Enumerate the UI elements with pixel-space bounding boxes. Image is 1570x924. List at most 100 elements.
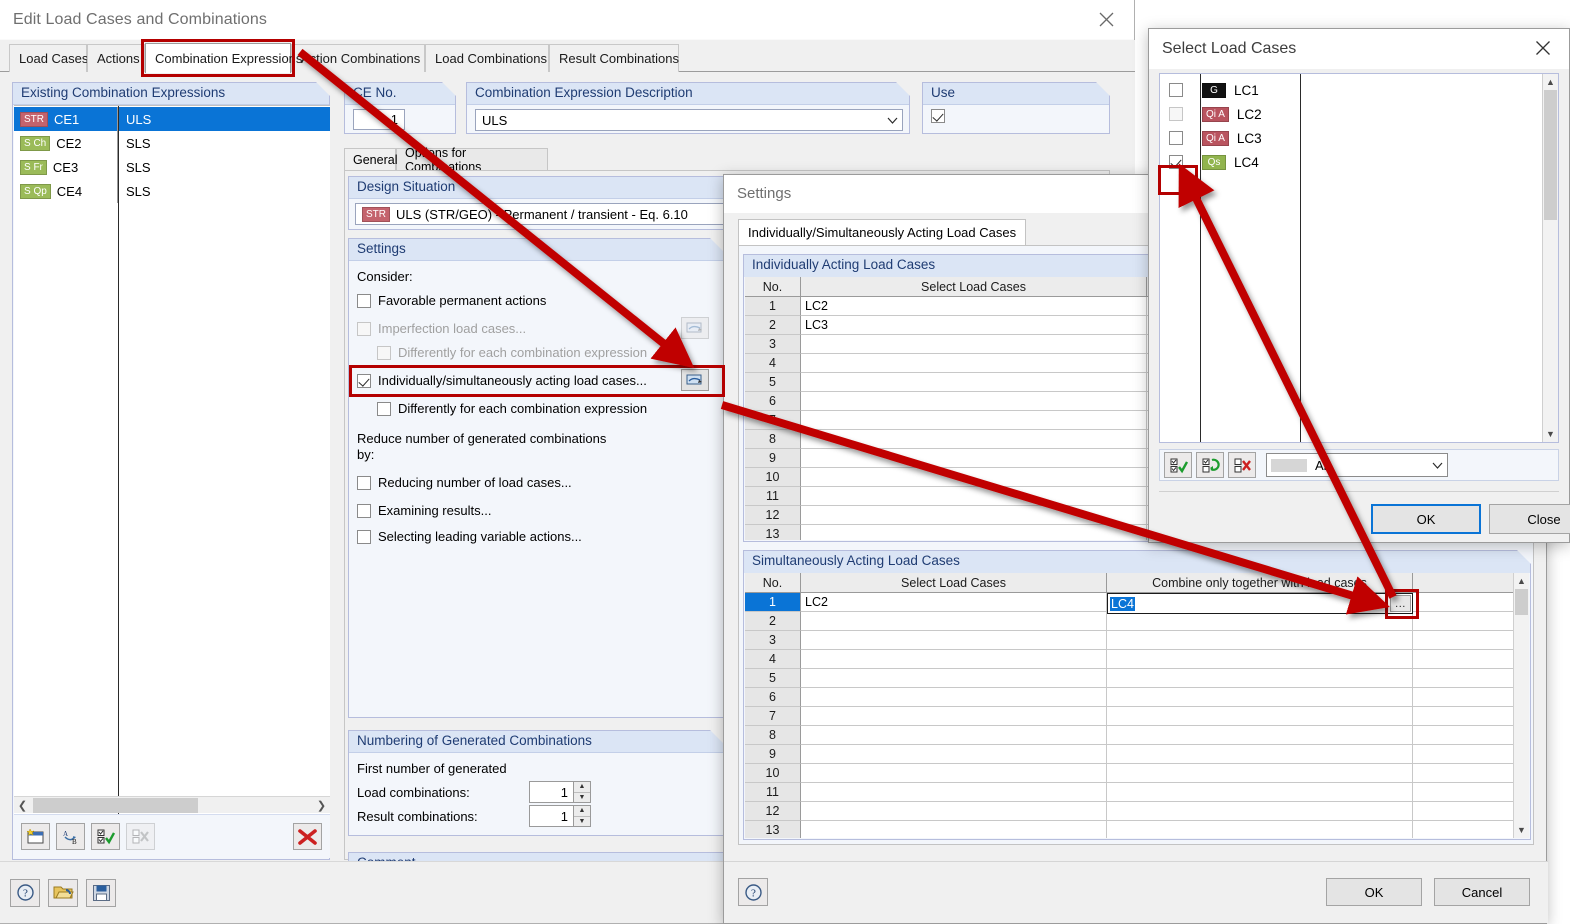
grid-cell[interactable]: [1107, 821, 1413, 838]
grid-cell[interactable]: [1413, 612, 1529, 631]
tab-result-combinations[interactable]: Result Combinations: [549, 44, 679, 72]
checkbox-box[interactable]: [357, 293, 371, 308]
grid-cell[interactable]: [801, 392, 1147, 411]
scrollbar-thumb[interactable]: [1515, 589, 1528, 615]
list-item[interactable]: G LC1: [1160, 78, 1558, 102]
simultaneously-vertical-scrollbar[interactable]: ▲ ▼: [1513, 573, 1529, 838]
row-number[interactable]: 2: [745, 612, 801, 631]
table-row[interactable]: S Ch CE2 SLS: [14, 131, 330, 155]
grid-cell[interactable]: [801, 373, 1147, 392]
grid-cell[interactable]: [801, 411, 1147, 430]
grid-cell[interactable]: [801, 707, 1107, 726]
scrollbar-thumb[interactable]: [1544, 90, 1557, 220]
row-number[interactable]: 11: [745, 783, 801, 802]
deselect-all-icon[interactable]: [126, 823, 155, 850]
cancel-button[interactable]: Cancel: [1434, 878, 1530, 906]
tab-load-combinations[interactable]: Load Combinations: [425, 44, 549, 72]
checkbox-individually-simultaneously-acting-load-cases[interactable]: Individually/simultaneously acting load …: [357, 373, 647, 388]
checkbox-box[interactable]: [357, 529, 371, 544]
invert-selection-icon[interactable]: [1196, 452, 1224, 478]
row-number[interactable]: 9: [745, 745, 801, 764]
row-number[interactable]: 6: [745, 688, 801, 707]
close-icon[interactable]: [1084, 2, 1128, 36]
table-row[interactable]: 3: [745, 631, 1529, 650]
load-cases-vertical-scrollbar[interactable]: ▲ ▼: [1542, 74, 1558, 442]
grid-cell[interactable]: [1107, 802, 1413, 821]
grid-cell[interactable]: [1107, 745, 1413, 764]
combination-expressions-list[interactable]: STR CE1 ULS S Ch CE2 SLS S Fr CE3 SLS S Qp C…: [14, 105, 330, 815]
scroll-down-icon[interactable]: ▼: [1514, 822, 1529, 838]
checkbox-box[interactable]: [357, 373, 371, 388]
load-cases-list[interactable]: G LC1 Qi A LC2 Qi A LC3 Qs LC4 ▲ ▼: [1158, 73, 1559, 443]
grid-cell[interactable]: [801, 449, 1147, 468]
table-row[interactable]: 5: [745, 669, 1529, 688]
ok-button[interactable]: OK: [1371, 504, 1481, 534]
grid-cell[interactable]: [801, 506, 1147, 525]
checkbox-reducing-number-of-load-cases[interactable]: Reducing number of load cases...: [357, 475, 572, 490]
help-icon[interactable]: ?: [10, 878, 40, 907]
load-case-checkbox[interactable]: [1169, 131, 1183, 145]
row-number[interactable]: 4: [745, 650, 801, 669]
row-number[interactable]: 12: [745, 802, 801, 821]
grid-cell[interactable]: [801, 430, 1147, 449]
row-number[interactable]: 9: [745, 449, 801, 468]
grid-cell[interactable]: [1413, 821, 1529, 838]
tab-combination-expressions[interactable]: Combination Expressions: [145, 43, 302, 73]
list-item[interactable]: Qs LC4: [1160, 150, 1558, 174]
row-number[interactable]: 12: [745, 506, 801, 525]
scroll-right-icon[interactable]: ❯: [313, 799, 330, 812]
list-item[interactable]: Qi A LC2: [1160, 102, 1558, 126]
checkbox-box[interactable]: [357, 475, 371, 490]
table-row[interactable]: 10: [745, 764, 1529, 783]
row-number[interactable]: 11: [745, 487, 801, 506]
simultaneously-acting-grid[interactable]: No. Select Load Cases Combine only toget…: [745, 573, 1529, 838]
row-number[interactable]: 7: [745, 707, 801, 726]
close-button[interactable]: Close: [1489, 504, 1570, 534]
table-row[interactable]: 8: [745, 726, 1529, 745]
load-case-filter-select[interactable]: All: [1266, 453, 1448, 477]
table-row[interactable]: STR CE1 ULS: [14, 107, 330, 131]
help-icon[interactable]: ?: [738, 878, 768, 906]
grid-cell[interactable]: [1413, 783, 1529, 802]
table-row[interactable]: 12: [745, 802, 1529, 821]
checkbox-selecting-leading-variable-actions[interactable]: Selecting leading variable actions...: [357, 529, 582, 544]
table-row[interactable]: 13: [745, 821, 1529, 838]
grid-cell[interactable]: [801, 764, 1107, 783]
grid-cell[interactable]: [801, 726, 1107, 745]
grid-cell[interactable]: LC3: [801, 316, 1147, 335]
grid-cell[interactable]: [1107, 726, 1413, 745]
combine-only-together-cell-input[interactable]: LC4 ...: [1107, 593, 1413, 614]
grid-cell[interactable]: [1107, 612, 1413, 631]
grid-cell[interactable]: [1413, 669, 1529, 688]
delete-icon[interactable]: [293, 823, 322, 850]
tab-options-for-combinations[interactable]: Options for Combinations: [396, 146, 548, 174]
row-number[interactable]: 13: [745, 821, 801, 838]
row-number[interactable]: 8: [745, 726, 801, 745]
open-select-load-cases-button[interactable]: ...: [1390, 595, 1411, 612]
load-combinations-stepper[interactable]: 1 ▲ ▼: [529, 781, 591, 803]
grid-cell[interactable]: [1107, 707, 1413, 726]
table-row[interactable]: 7: [745, 707, 1529, 726]
grid-cell[interactable]: [1107, 783, 1413, 802]
grid-cell[interactable]: LC2: [801, 593, 1107, 612]
horizontal-scrollbar[interactable]: ❮ ❯: [14, 796, 330, 813]
deselect-all-icon[interactable]: [1228, 452, 1256, 478]
tab-actions[interactable]: Actions: [87, 44, 145, 72]
grid-cell[interactable]: [801, 354, 1147, 373]
grid-cell[interactable]: [801, 650, 1107, 669]
grid-cell[interactable]: [801, 802, 1107, 821]
table-row[interactable]: 9: [745, 745, 1529, 764]
row-number[interactable]: 1: [745, 593, 801, 612]
checkbox-individually-differently[interactable]: Differently for each combination express…: [377, 401, 647, 416]
grid-cell[interactable]: [801, 631, 1107, 650]
row-number[interactable]: 2: [745, 316, 801, 335]
scrollbar-thumb[interactable]: [33, 797, 198, 813]
checkbox-examining-results[interactable]: Examining results...: [357, 503, 491, 518]
open-folder-icon[interactable]: [48, 878, 78, 907]
ce-no-input[interactable]: 1: [353, 109, 405, 130]
result-combinations-stepper[interactable]: 1 ▲ ▼: [529, 805, 591, 827]
grid-cell[interactable]: [801, 745, 1107, 764]
grid-cell[interactable]: LC2: [801, 297, 1147, 316]
row-number[interactable]: 4: [745, 354, 801, 373]
row-number[interactable]: 13: [745, 525, 801, 540]
